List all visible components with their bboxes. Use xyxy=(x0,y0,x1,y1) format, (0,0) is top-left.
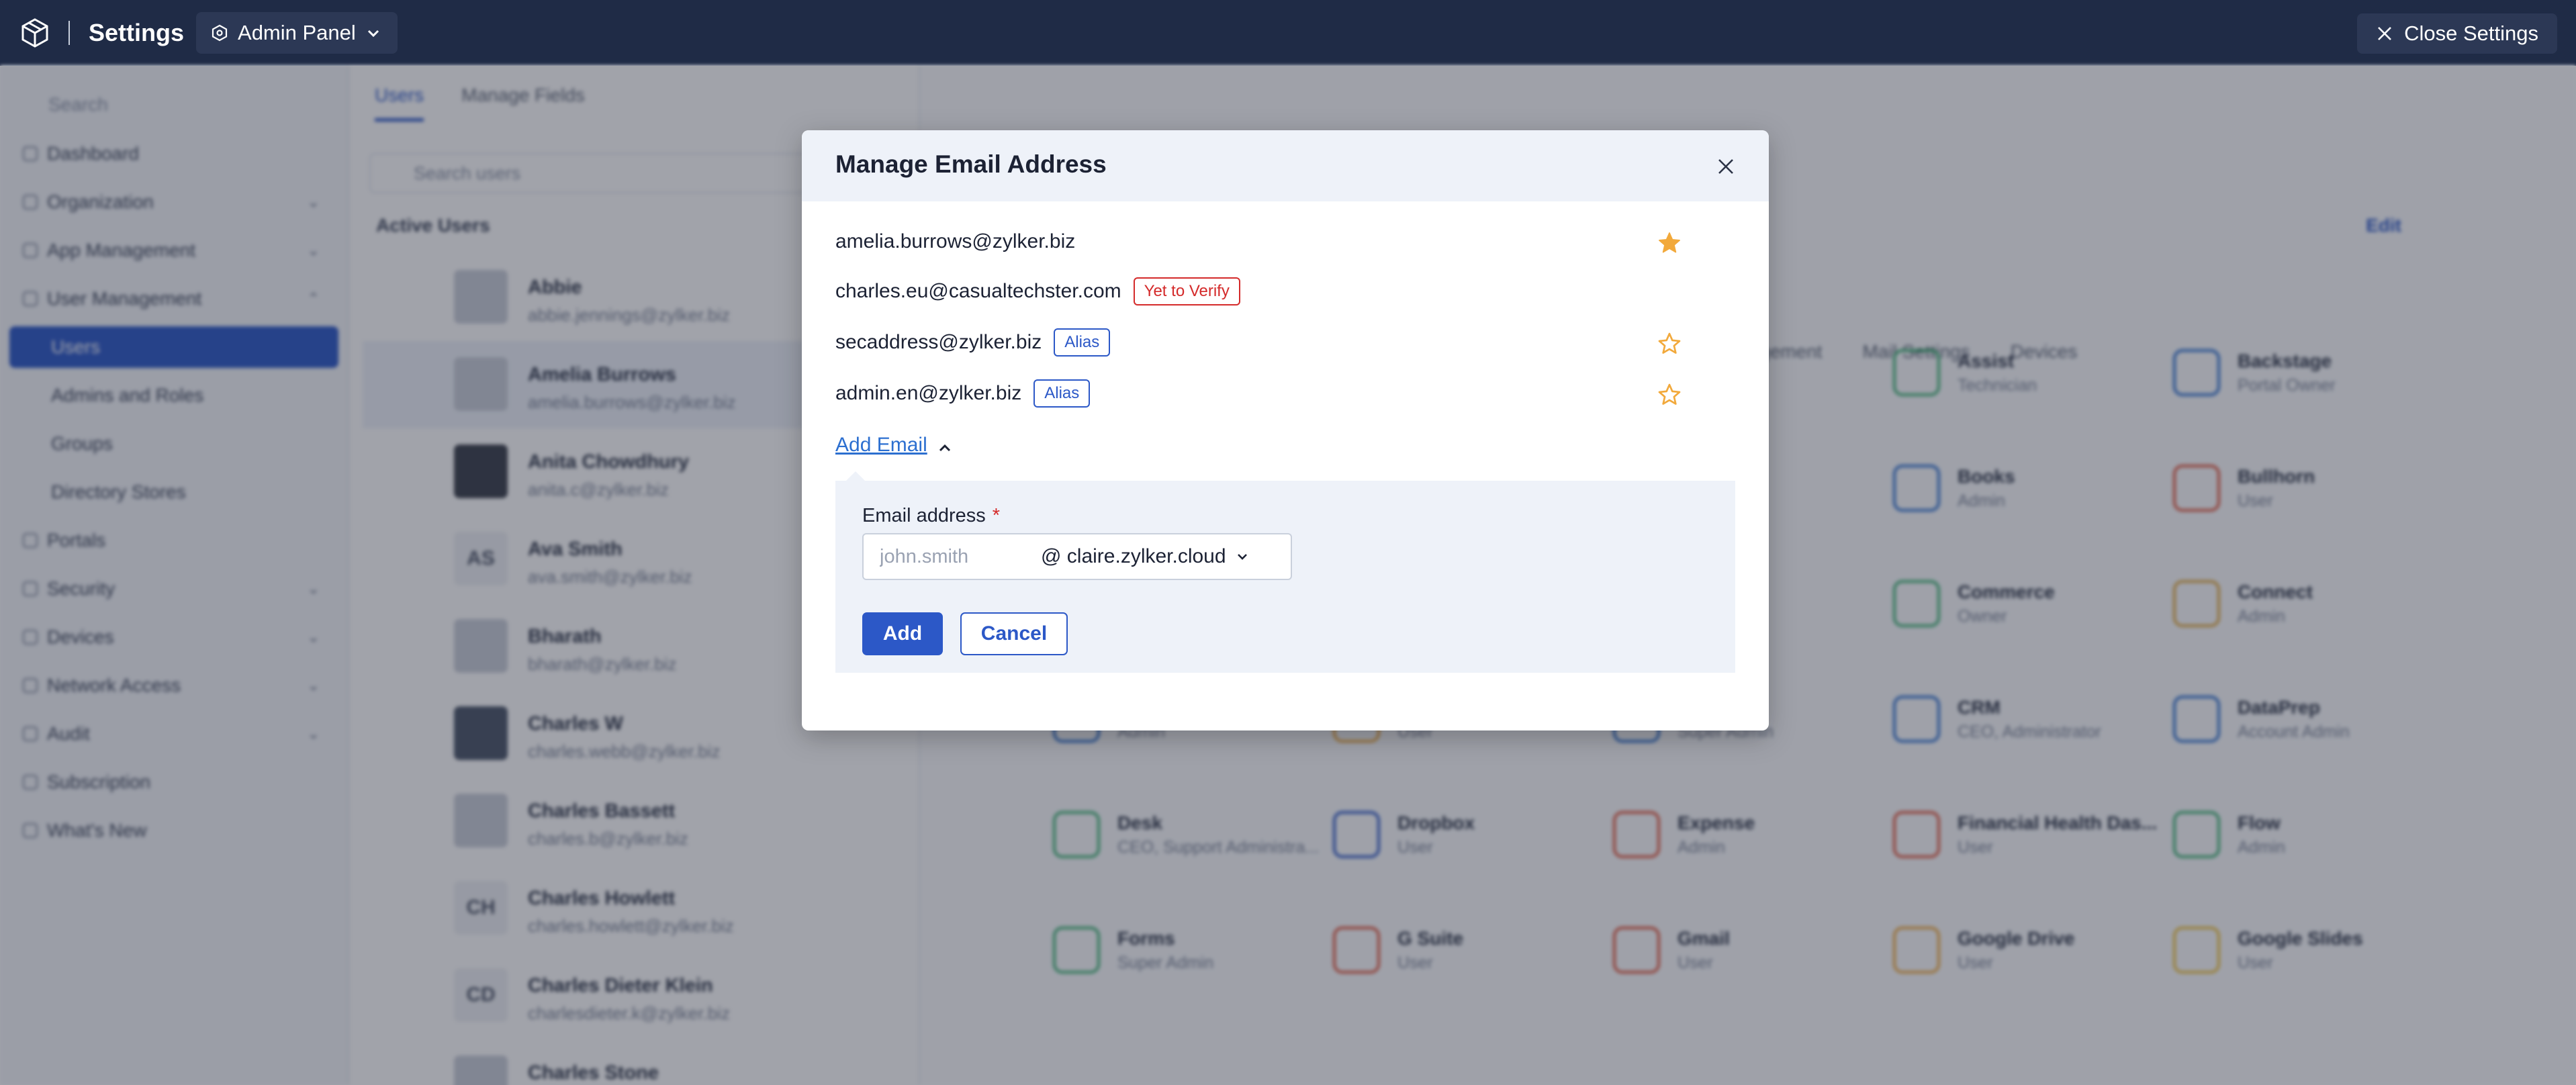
top-bar: Settings Admin Panel Close Settings xyxy=(0,0,2576,66)
add-button[interactable]: Add xyxy=(862,612,943,655)
domain-value: @ claire.zylker.cloud xyxy=(1041,545,1226,567)
add-email-link[interactable]: Add Email xyxy=(835,434,927,457)
divider xyxy=(68,21,70,45)
email-address-label: Email address * xyxy=(862,505,1000,527)
star-outline-icon[interactable] xyxy=(1657,383,1682,407)
chevron-down-icon xyxy=(1237,554,1247,560)
email-input-group: @ claire.zylker.cloud xyxy=(862,533,1292,580)
required-mark: * xyxy=(992,505,1001,526)
add-email-form: Email address * @ claire.zylker.cloud Add… xyxy=(835,481,1735,673)
close-settings-label: Close Settings xyxy=(2404,21,2538,45)
panel-switch-label: Admin Panel xyxy=(238,21,356,44)
email-row: charles.eu@casualtechster.com Yet to Ver… xyxy=(835,271,1735,312)
email-row: admin.en@zylker.biz Alias xyxy=(835,373,1735,414)
yet-to-verify-badge: Yet to Verify xyxy=(1133,277,1240,305)
domain-select[interactable]: @ claire.zylker.cloud xyxy=(1041,545,1250,568)
email-address: secaddress@zylker.biz xyxy=(835,331,1042,353)
hexagon-icon xyxy=(212,24,228,42)
field-label-text: Email address xyxy=(862,505,986,526)
settings-title: Settings xyxy=(89,19,185,46)
email-local-part-input[interactable] xyxy=(880,545,1041,568)
alias-badge: Alias xyxy=(1054,328,1111,357)
star-filled-icon[interactable] xyxy=(1657,231,1682,255)
star-outline-icon[interactable] xyxy=(1657,332,1682,356)
email-row: secaddress@zylker.biz Alias xyxy=(835,322,1735,363)
close-icon xyxy=(2378,27,2392,40)
close-settings-button[interactable]: Close Settings xyxy=(2357,13,2557,54)
email-address: charles.eu@casualtechster.com xyxy=(835,280,1121,302)
close-icon[interactable] xyxy=(1712,153,1739,180)
modal-header: Manage Email Address xyxy=(802,130,1769,201)
manage-email-modal: Manage Email Address amelia.burrows@zylk… xyxy=(802,130,1769,730)
admin-panel-switcher[interactable]: Admin Panel xyxy=(196,12,398,54)
email-address: admin.en@zylker.biz xyxy=(835,382,1022,404)
app-logo-icon xyxy=(21,18,48,48)
email-address: amelia.burrows@zylker.biz xyxy=(835,230,1076,252)
chevron-down-icon xyxy=(367,30,379,38)
email-row: amelia.burrows@zylker.biz xyxy=(835,222,1735,262)
cancel-button[interactable]: Cancel xyxy=(960,612,1068,655)
alias-badge: Alias xyxy=(1033,379,1091,408)
modal-title: Manage Email Address xyxy=(835,150,1107,178)
chevron-up-icon[interactable] xyxy=(936,439,954,457)
